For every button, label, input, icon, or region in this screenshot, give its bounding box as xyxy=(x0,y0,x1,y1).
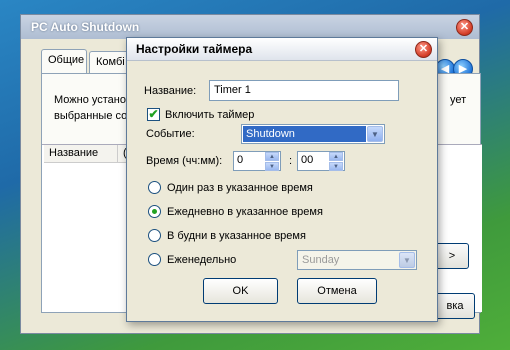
minutes-stepper[interactable]: ▲ ▼ xyxy=(329,152,343,171)
radio-weekdays-label: В будни в указанное время xyxy=(167,230,306,242)
radio-weekly[interactable] xyxy=(148,253,161,266)
event-select[interactable]: Shutdown ▼ xyxy=(241,124,385,144)
install-button[interactable]: вка xyxy=(435,293,475,319)
chevron-down-icon[interactable]: ▼ xyxy=(399,252,415,268)
radio-weekly-label: Еженедельно xyxy=(167,254,237,266)
tab-general[interactable]: Общие xyxy=(41,49,87,73)
side-button[interactable]: > xyxy=(435,243,469,269)
column-header-name[interactable]: Название xyxy=(44,145,118,163)
panel-text-line1: Можно устано xyxy=(54,94,126,106)
enable-timer-checkbox[interactable]: ✔ xyxy=(147,108,160,121)
name-input[interactable]: Timer 1 xyxy=(209,80,399,101)
dialog-close-icon[interactable]: ✕ xyxy=(415,41,432,58)
weekday-select[interactable]: Sunday ▼ xyxy=(297,250,417,270)
hours-stepper[interactable]: ▲ ▼ xyxy=(265,152,279,171)
event-label: Событие: xyxy=(146,128,195,140)
panel-text-line1-right: ует xyxy=(450,94,467,106)
ok-button[interactable]: OK xyxy=(203,278,278,304)
radio-daily-label: Ежедневно в указанное время xyxy=(167,206,323,218)
main-window-titlebar: PC Auto Shutdown ✕ xyxy=(21,15,479,39)
dialog-titlebar: Настройки таймера ✕ xyxy=(127,38,437,61)
spin-up-icon[interactable]: ▲ xyxy=(265,152,279,161)
dialog-title: Настройки таймера xyxy=(136,42,253,56)
spin-up-icon[interactable]: ▲ xyxy=(329,152,343,161)
cancel-button[interactable]: Отмена xyxy=(297,278,377,304)
radio-weekdays[interactable] xyxy=(148,229,161,242)
radio-daily[interactable] xyxy=(148,205,161,218)
radio-once[interactable] xyxy=(148,181,161,194)
event-select-value: Shutdown xyxy=(243,126,366,142)
enable-timer-label: Включить таймер xyxy=(165,109,255,121)
main-window-close-icon[interactable]: ✕ xyxy=(456,19,473,36)
time-label: Время (чч:мм): xyxy=(146,155,223,167)
chevron-down-icon[interactable]: ▼ xyxy=(367,126,383,142)
checkmark-icon: ✔ xyxy=(148,107,159,121)
spin-down-icon[interactable]: ▼ xyxy=(329,162,343,171)
panel-text-line2: выбранные со xyxy=(54,110,128,122)
spin-down-icon[interactable]: ▼ xyxy=(265,162,279,171)
time-separator: : xyxy=(289,155,293,167)
timer-settings-dialog: Настройки таймера ✕ Название: Timer 1 ✔ … xyxy=(126,37,438,322)
weekday-select-value: Sunday xyxy=(302,254,340,266)
name-label: Название: xyxy=(144,85,197,97)
radio-once-label: Один раз в указанное время xyxy=(167,182,313,194)
tab-combi[interactable]: Комбі xyxy=(89,51,129,73)
main-window-title: PC Auto Shutdown xyxy=(31,20,140,34)
